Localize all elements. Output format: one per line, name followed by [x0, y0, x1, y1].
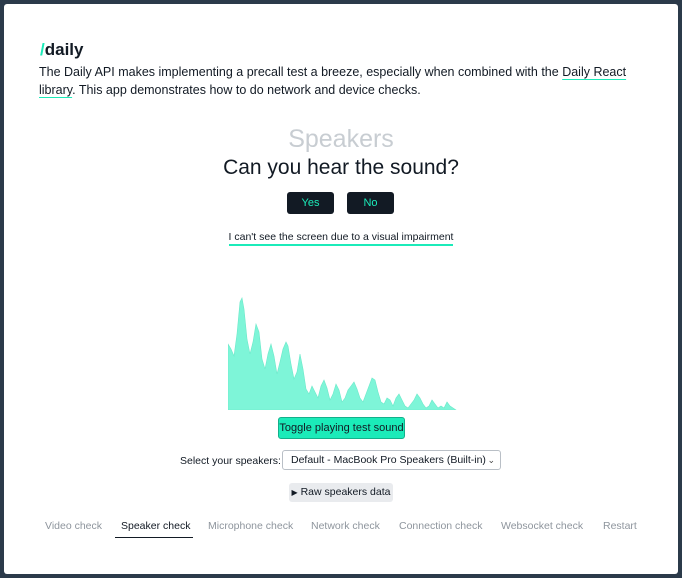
- tab-network-check[interactable]: Network check: [311, 520, 380, 532]
- intro-paragraph: The Daily API makes implementing a preca…: [39, 63, 639, 99]
- speaker-select-label: Select your speakers:: [180, 455, 281, 467]
- triangle-right-icon: ▶: [291, 488, 298, 497]
- tab-connection-check[interactable]: Connection check: [399, 520, 482, 532]
- logo-text: daily: [44, 40, 84, 59]
- tab-websocket-check[interactable]: Websocket check: [501, 520, 583, 532]
- question-heading: Can you hear the sound?: [223, 156, 459, 179]
- tab-speaker-check[interactable]: Speaker check: [121, 520, 190, 532]
- accessibility-link-wrapper: I can't see the screen due to a visual i…: [4, 231, 678, 246]
- raw-speakers-data-label: Raw speakers data: [300, 486, 391, 498]
- daily-logo: /daily: [40, 40, 83, 60]
- raw-speakers-data-toggle[interactable]: ▶ Raw speakers data: [289, 483, 393, 502]
- speaker-select-value: Default - MacBook Pro Speakers (Built-in…: [291, 454, 486, 466]
- intro-text-after: . This app demonstrates how to do networ…: [72, 83, 421, 97]
- active-tab-underline: [115, 537, 193, 538]
- tab-microphone-check[interactable]: Microphone check: [208, 520, 293, 532]
- app-card: /daily The Daily API makes implementing …: [4, 4, 678, 574]
- toggle-test-sound-button[interactable]: Toggle playing test sound: [278, 417, 405, 439]
- tab-restart[interactable]: Restart: [603, 520, 637, 532]
- waveform-shape: [228, 297, 457, 410]
- speaker-select[interactable]: Default - MacBook Pro Speakers (Built-in…: [282, 450, 501, 470]
- section-title: Speakers: [288, 125, 394, 153]
- chevron-down-icon: ⌄: [487, 455, 495, 465]
- audio-waveform: [228, 297, 457, 410]
- tab-video-check[interactable]: Video check: [45, 520, 102, 532]
- no-button[interactable]: No: [347, 192, 394, 214]
- yes-button[interactable]: Yes: [287, 192, 334, 214]
- intro-text-before: The Daily API makes implementing a preca…: [39, 65, 563, 79]
- visual-impairment-link[interactable]: I can't see the screen due to a visual i…: [228, 231, 454, 246]
